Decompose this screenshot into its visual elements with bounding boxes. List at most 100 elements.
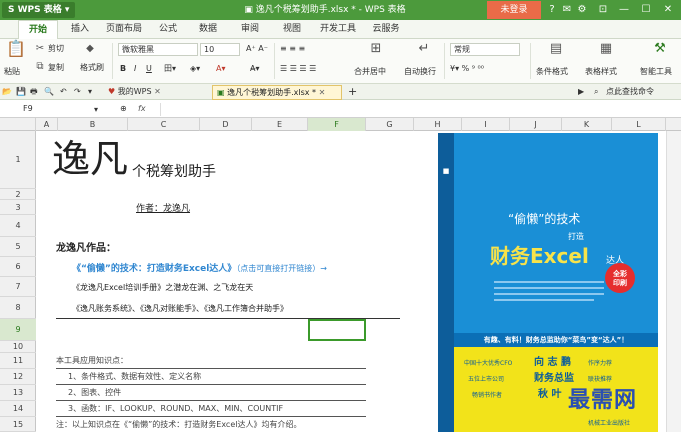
search-command-label[interactable]: 点此查找命令 — [606, 86, 654, 98]
font-name-select[interactable]: 微软雅黑 — [118, 43, 198, 56]
col-header-B[interactable]: B — [58, 118, 128, 131]
smart-tool-icon[interactable]: ⚒ — [652, 42, 668, 55]
customize-icon[interactable]: ▾ — [88, 86, 92, 98]
col-header-E[interactable]: E — [252, 118, 308, 131]
paste-icon[interactable]: 📋 — [6, 41, 26, 63]
font-grow-icon[interactable]: A⁺ A⁻ — [246, 43, 268, 55]
vertical-scrollbar[interactable] — [666, 131, 681, 432]
underline-icon[interactable]: U — [146, 63, 152, 75]
row-header-7[interactable]: 7 — [0, 277, 36, 297]
wrap-icon[interactable]: ↵ — [416, 42, 432, 55]
align-left-icon[interactable]: ☰ ☰ ☰ ☰ — [280, 63, 316, 75]
conditional-format-icon[interactable]: ▤ — [548, 42, 564, 55]
row-header-2[interactable]: 2 — [0, 189, 36, 200]
row-header-10[interactable]: 10 — [0, 341, 36, 353]
help-icon[interactable]: ? — [545, 3, 559, 17]
tab-view[interactable]: 视图 — [274, 20, 310, 39]
row-header-6[interactable]: 6 — [0, 257, 36, 277]
selected-cell-F9[interactable] — [308, 319, 366, 341]
tab-close-icon[interactable]: ✕ — [316, 88, 326, 97]
font-size-select[interactable]: 10 — [200, 43, 240, 56]
select-all-corner[interactable] — [0, 118, 36, 131]
row-header-14[interactable]: 14 — [0, 401, 36, 417]
restore-view-icon[interactable]: ⊡ — [596, 3, 610, 17]
zoom-formula-icon[interactable]: ⊕ — [120, 103, 127, 115]
col-header-J[interactable]: J — [510, 118, 562, 131]
fill-color-icon[interactable]: ◈▾ — [190, 63, 200, 75]
close-icon[interactable]: ✕ — [661, 3, 675, 17]
tab-data[interactable]: 数据 — [190, 20, 226, 39]
table-style-label[interactable]: 表格样式 — [585, 66, 617, 78]
merge-center-label[interactable]: 合并居中 — [354, 66, 386, 78]
minimize-icon[interactable]: — — [617, 3, 631, 17]
col-header-G[interactable]: G — [366, 118, 414, 131]
open-folder-icon[interactable]: 📂 — [2, 86, 12, 98]
scissors-icon[interactable]: ✂ — [34, 43, 46, 55]
bold-icon[interactable]: B — [120, 63, 126, 75]
tab-document[interactable]: ▣ 逸凡个税筹划助手.xlsx * ✕ — [212, 85, 342, 100]
copy-icon[interactable]: ⧉ — [34, 61, 46, 73]
border-icon[interactable]: 田▾ — [164, 63, 176, 75]
row-header-12[interactable]: 12 — [0, 369, 36, 385]
new-tab-icon[interactable]: + — [348, 86, 357, 98]
col-header-F[interactable]: F — [308, 118, 366, 131]
row-header-13[interactable]: 13 — [0, 385, 36, 401]
col-header-C[interactable]: C — [128, 118, 200, 131]
row-header-3[interactable]: 3 — [0, 200, 36, 215]
undo-icon[interactable]: ↶ — [60, 86, 67, 98]
dock-icon[interactable]: ▶ — [578, 86, 584, 98]
app-menu-button[interactable]: S WPS 表格 ▾ — [2, 2, 76, 18]
formula-input[interactable] — [160, 103, 660, 116]
save-icon[interactable]: 💾 — [16, 86, 26, 98]
login-button[interactable]: 未登录 — [487, 1, 541, 19]
name-box[interactable]: F9 — [20, 103, 96, 116]
row-header-4[interactable]: 4 — [0, 215, 36, 237]
tab-mywps[interactable]: ♥ 我的WPS ✕ — [104, 85, 208, 100]
row-header-1[interactable]: 1 — [0, 131, 36, 189]
eraser-icon[interactable]: ◆ — [84, 43, 96, 55]
col-header-A[interactable]: A — [36, 118, 58, 131]
tab-insert[interactable]: 插入 — [62, 20, 98, 39]
print-icon[interactable]: 🖶 — [30, 86, 38, 98]
italic-icon[interactable]: I — [134, 63, 136, 75]
share-icon[interactable]: ✉ — [560, 3, 574, 17]
align-top-icon[interactable]: ≡ ≡ ≡ — [280, 43, 305, 55]
wrap-label[interactable]: 自动换行 — [404, 66, 436, 78]
col-header-L[interactable]: L — [612, 118, 666, 131]
tab-close-icon[interactable]: ✕ — [152, 87, 161, 96]
cond-format-label[interactable]: 条件格式 — [536, 66, 568, 78]
col-header-I[interactable]: I — [462, 118, 510, 131]
row-header-11[interactable]: 11 — [0, 353, 36, 369]
table-style-icon[interactable]: ▦ — [598, 42, 614, 55]
smart-tool-label[interactable]: 智能工具 — [640, 66, 672, 78]
col-header-D[interactable]: D — [200, 118, 252, 131]
clear-format-icon[interactable]: A̶▾ — [250, 63, 260, 75]
copy-label[interactable]: 复制 — [48, 62, 64, 74]
redo-icon[interactable]: ↷ — [74, 86, 81, 98]
row-header-5[interactable]: 5 — [0, 237, 36, 257]
col-header-H[interactable]: H — [414, 118, 462, 131]
tab-formulas[interactable]: 公式 — [150, 20, 186, 39]
row-header-8[interactable]: 8 — [0, 297, 36, 319]
row-header-9[interactable]: 9 — [0, 319, 36, 341]
tab-page-layout[interactable]: 页面布局 — [100, 20, 148, 39]
preview-icon[interactable]: 🔍 — [44, 86, 54, 98]
cut-label[interactable]: 剪切 — [48, 43, 64, 55]
work1-link[interactable]: 《“偷懒”的技术：打造财务Excel达人》（点击可直接打开链接）→ — [72, 261, 327, 274]
format-painter-label[interactable]: 格式刷 — [80, 62, 104, 74]
tab-cloud[interactable]: 云服务 — [366, 20, 406, 39]
col-header-K[interactable]: K — [562, 118, 612, 131]
tab-home[interactable]: 开始 — [18, 20, 58, 39]
tab-developer[interactable]: 开发工具 — [314, 20, 362, 39]
fx-button[interactable]: fx — [138, 103, 146, 115]
name-box-dropdown-icon[interactable]: ▾ — [94, 104, 98, 116]
maximize-icon[interactable]: ☐ — [639, 3, 653, 17]
paste-label[interactable]: 粘贴 — [4, 66, 20, 78]
settings-icon[interactable]: ⚙ — [575, 3, 589, 17]
search-icon[interactable]: ⌕ — [594, 86, 598, 98]
number-format-select[interactable]: 常规 — [450, 43, 520, 56]
tab-review[interactable]: 审阅 — [232, 20, 268, 39]
merge-icon[interactable]: ⊞ — [368, 42, 384, 55]
row-header-15[interactable]: 15 — [0, 417, 36, 432]
font-color-icon[interactable]: A▾ — [216, 63, 226, 75]
